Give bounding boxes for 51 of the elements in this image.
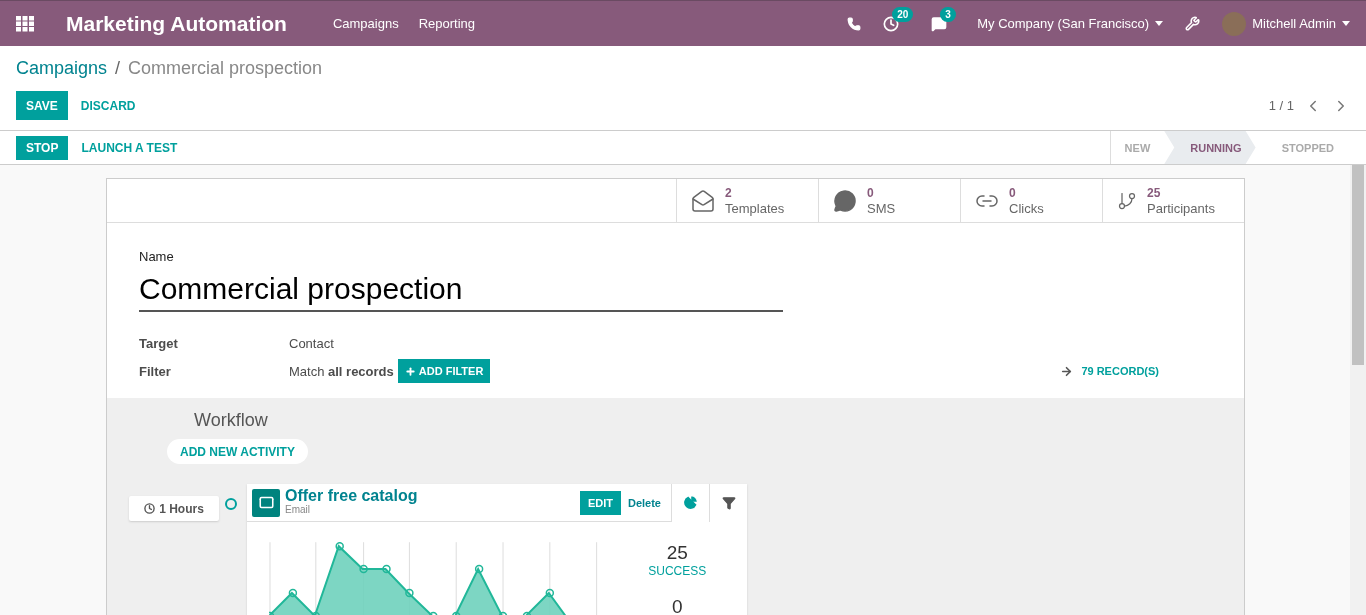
activity-title: Offer free catalog bbox=[285, 488, 418, 503]
breadcrumb-link[interactable]: Campaigns bbox=[16, 58, 108, 79]
menu-link[interactable]: Reporting bbox=[418, 16, 476, 31]
records-link[interactable]: 79 RECORD(S) bbox=[1060, 364, 1159, 378]
stat-number: 25 bbox=[666, 542, 688, 564]
plus-icon bbox=[404, 365, 416, 377]
activity-type: Email bbox=[285, 502, 311, 517]
user-menu[interactable]: Mitchell Admin bbox=[1222, 11, 1350, 36]
field-label: Name bbox=[139, 249, 175, 264]
field-value: Match all records bbox=[289, 363, 394, 379]
chart-tab[interactable] bbox=[671, 483, 709, 522]
field-value: Contact bbox=[289, 335, 334, 351]
apps-grid-icon[interactable] bbox=[16, 15, 34, 32]
speech-bubble-icon bbox=[833, 188, 857, 213]
add-filter-button[interactable]: ADD FILTER bbox=[397, 359, 491, 383]
phone-icon[interactable] bbox=[847, 16, 862, 31]
discard-button[interactable]: DISCARD bbox=[67, 91, 149, 120]
stop-button[interactable]: STOP bbox=[16, 135, 69, 160]
stat-label: SUCCESS bbox=[648, 564, 707, 578]
app-title: Marketing Automation bbox=[66, 11, 287, 36]
filter-tab[interactable] bbox=[709, 483, 747, 522]
clock-icon bbox=[144, 503, 156, 514]
add-activity-button[interactable]: ADD NEW ACTIVITY bbox=[167, 439, 308, 464]
branch-icon bbox=[1117, 190, 1137, 211]
caret-icon bbox=[1155, 21, 1164, 26]
stat-number: 0 bbox=[672, 596, 683, 615]
section-title: Workflow bbox=[194, 410, 269, 431]
status-stage[interactable]: RUNNING bbox=[1164, 131, 1256, 164]
breadcrumb-separator: / bbox=[115, 58, 121, 79]
field-label: Target bbox=[139, 335, 179, 351]
delay-label: 1 Hours bbox=[129, 496, 219, 521]
breadcrumb-current: Commercial prospection bbox=[128, 58, 323, 79]
launch-test-button[interactable]: LAUNCH A TEST bbox=[68, 133, 191, 162]
count-badge: 3 bbox=[940, 6, 956, 22]
envelope-icon bbox=[691, 188, 715, 213]
company-switcher[interactable]: My Company (San Francisco) bbox=[977, 16, 1164, 31]
scrollbar[interactable] bbox=[1350, 165, 1366, 615]
tools-icon[interactable] bbox=[1185, 16, 1201, 31]
filter-icon bbox=[721, 495, 736, 510]
menu-link[interactable]: Campaigns bbox=[332, 16, 399, 31]
caret-icon bbox=[1342, 21, 1350, 26]
avatar bbox=[1222, 11, 1247, 36]
edit-button[interactable]: EDIT bbox=[579, 490, 621, 515]
pie-chart-icon bbox=[682, 494, 699, 511]
count-badge: 20 bbox=[892, 6, 914, 22]
timeline-node bbox=[225, 498, 237, 510]
pager-value: 1 / 1 bbox=[1268, 98, 1294, 113]
delete-button[interactable]: Delete bbox=[620, 496, 671, 509]
field-label: Filter bbox=[139, 363, 172, 379]
save-button[interactable]: SAVE bbox=[16, 91, 68, 120]
arrow-right-icon bbox=[1060, 364, 1074, 378]
